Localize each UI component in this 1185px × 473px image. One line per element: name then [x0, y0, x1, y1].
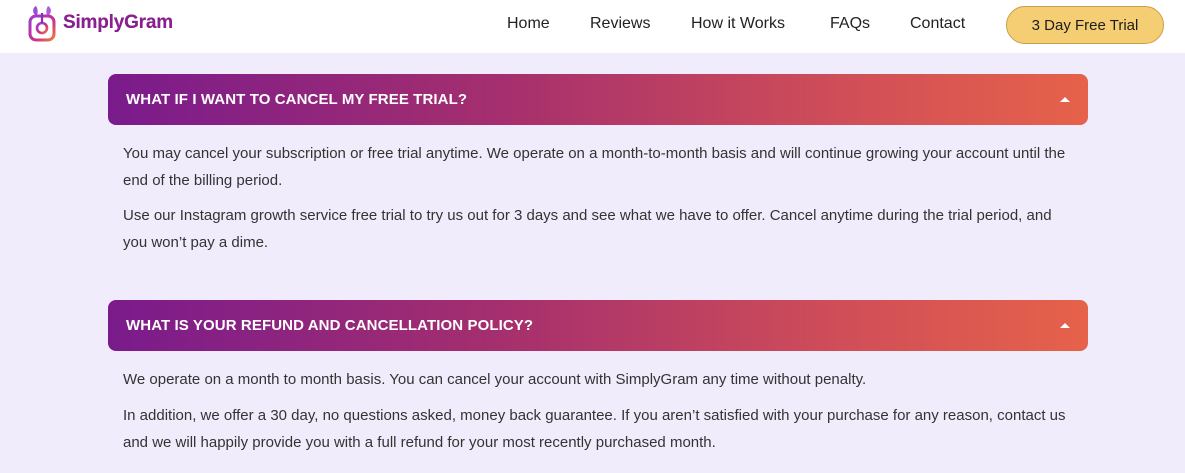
caret-up-icon	[1060, 323, 1070, 328]
faq-toggle-refund-policy[interactable]: WHAT IS YOUR REFUND AND CANCELLATION POL…	[108, 300, 1088, 351]
faq-answer-paragraph: Use our Instagram growth service free tr…	[123, 207, 1052, 251]
faq-answer-paragraph: In addition, we offer a 30 day, no quest…	[123, 407, 1066, 451]
brand-logo[interactable]: SimplyGram	[27, 3, 173, 43]
caret-up-icon	[1060, 97, 1070, 102]
free-trial-button[interactable]: 3 Day Free Trial	[1006, 6, 1164, 44]
faq-answer-paragraph: You may cancel your subscription or free…	[123, 145, 1066, 189]
site-header: SimplyGram Home Reviews How it Works FAQ…	[0, 0, 1185, 53]
nav-how-it-works-link[interactable]: How it Works	[691, 15, 785, 33]
faq-question: WHAT IF I WANT TO CANCEL MY FREE TRIAL?	[126, 91, 468, 108]
simplygram-logo-icon	[28, 6, 56, 42]
nav-home-link[interactable]: Home	[507, 15, 550, 33]
faq-question: WHAT IS YOUR REFUND AND CANCELLATION POL…	[126, 317, 534, 334]
nav-contact-link[interactable]: Contact	[910, 15, 965, 33]
faq-answer-paragraph: We operate on a month to month basis. Yo…	[123, 371, 867, 388]
nav-faqs-link[interactable]: FAQs	[830, 15, 870, 33]
brand-name: SimplyGram	[63, 12, 173, 33]
faq-toggle-cancel-trial[interactable]: WHAT IF I WANT TO CANCEL MY FREE TRIAL?	[108, 74, 1088, 125]
nav-reviews-link[interactable]: Reviews	[590, 15, 650, 33]
